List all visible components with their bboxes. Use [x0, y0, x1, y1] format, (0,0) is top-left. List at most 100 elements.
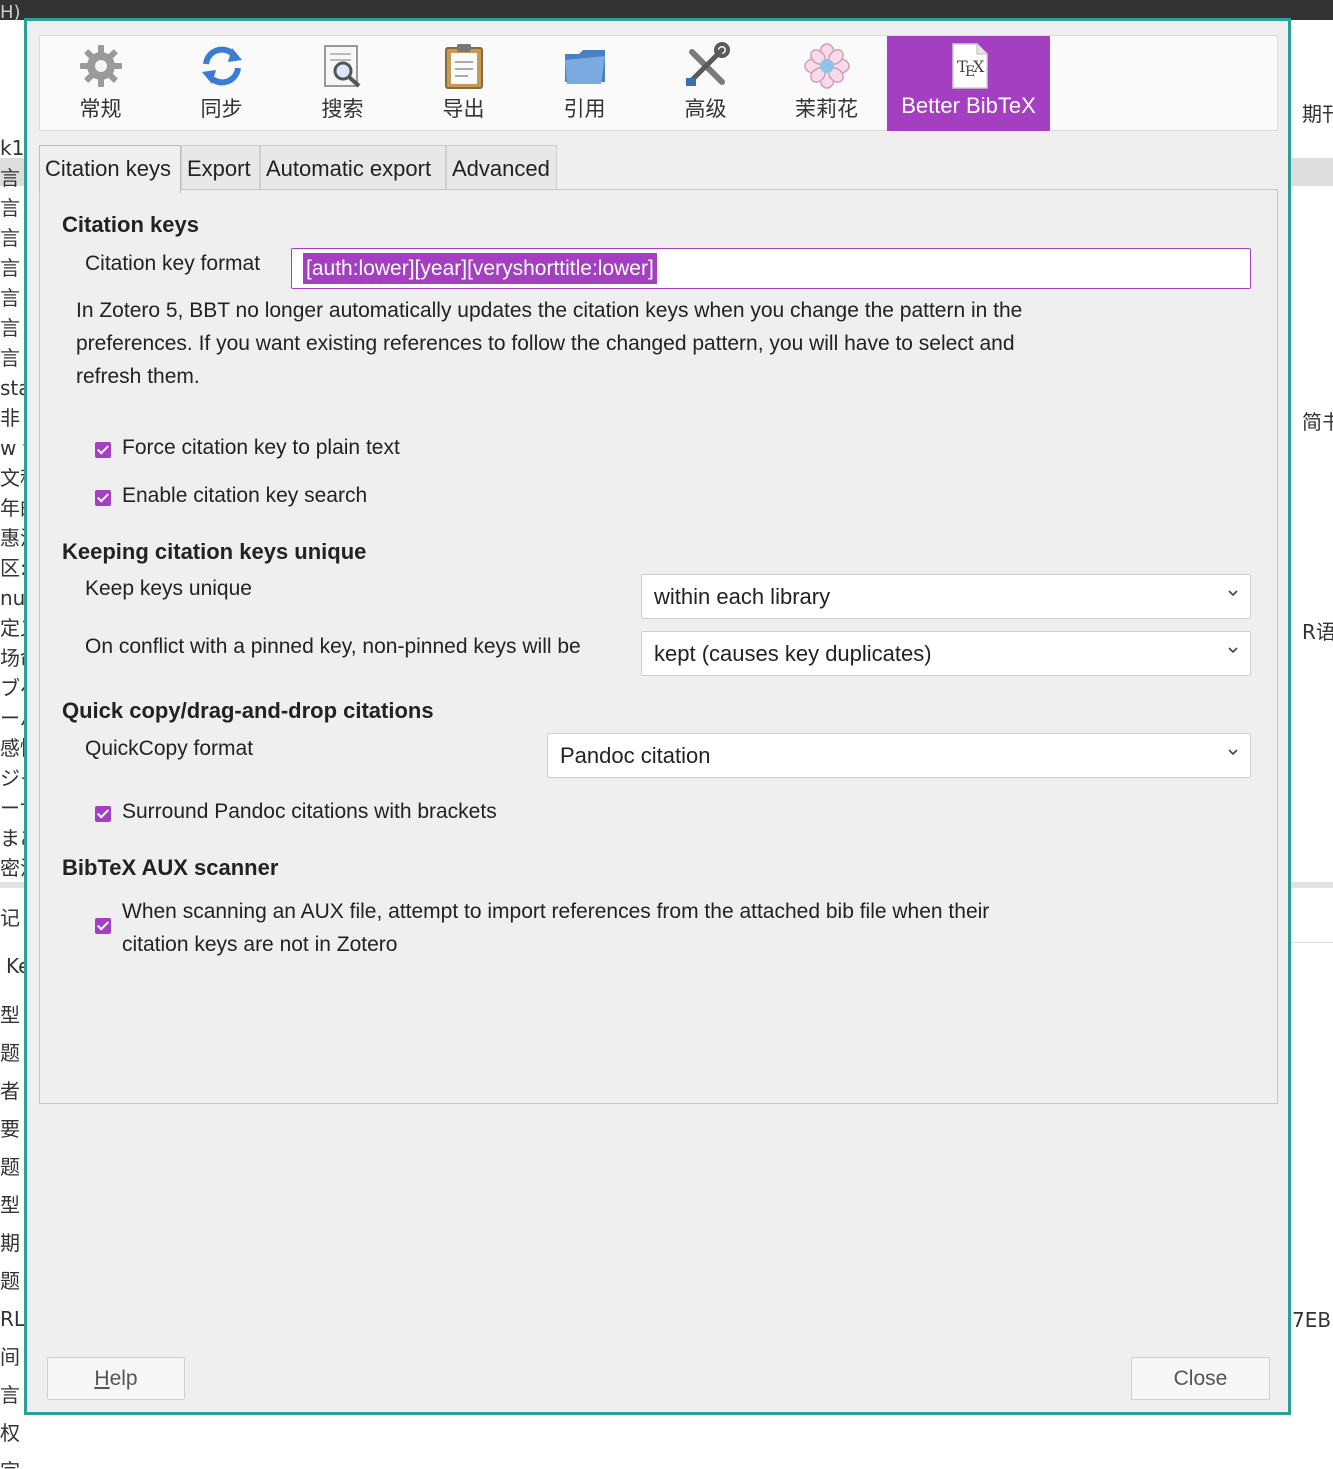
section-heading-citation-keys: Citation keys	[62, 212, 199, 237]
background-list-row: 言	[0, 1383, 20, 1407]
conflict-value: kept (causes key duplicates)	[654, 641, 932, 666]
background-list-row: 言	[0, 316, 20, 340]
chevron-down-icon	[1228, 749, 1238, 756]
background-cell: 7EB	[1292, 1308, 1332, 1332]
background-list-row: 权	[0, 1421, 20, 1445]
citation-key-info-text: In Zotero 5, BBT no longer automatically…	[76, 299, 1023, 388]
background-list-row: 型	[0, 1003, 20, 1027]
pane-splitter	[1290, 882, 1333, 888]
background-list-row: Ke	[6, 954, 24, 978]
pane-label: Better BibTeX	[901, 93, 1036, 118]
pane-export[interactable]: 导出	[403, 36, 524, 131]
background-list-row: 宗	[0, 1459, 20, 1469]
selected-row-highlight	[1290, 158, 1333, 186]
citation-key-format-value: [auth:lower][year][veryshorttitle:lower]	[303, 253, 657, 284]
preferences-dialog: 常规 同步 搜索 导出 引用 高级 茉莉花 T E X Better BibTe…	[24, 18, 1291, 1415]
svg-text:X: X	[973, 57, 985, 76]
tab-automatic-export[interactable]: Automatic export	[260, 145, 446, 191]
background-list-row: k1	[0, 136, 24, 160]
clipboard-icon	[444, 44, 483, 89]
background-list-row: 惠温	[0, 526, 24, 550]
pane-label: 同步	[200, 97, 243, 121]
aux-import-label[interactable]: When scanning an AUX file, attempt to im…	[122, 895, 1042, 961]
background-list-row: 感情	[0, 736, 24, 760]
pane-general[interactable]: 常规	[40, 36, 161, 131]
background-list-row: 题	[0, 1041, 20, 1065]
chevron-down-icon	[1228, 647, 1238, 654]
divider	[1290, 942, 1333, 943]
help-button[interactable]: Help	[47, 1357, 185, 1400]
enable-key-search-checkbox[interactable]	[95, 490, 111, 506]
sync-icon	[201, 46, 242, 86]
app-title-bar: H)	[0, 0, 1333, 23]
help-label-rest: elp	[109, 1367, 138, 1390]
background-list-row: 年的	[0, 496, 24, 520]
background-list-row: ーサ	[0, 796, 24, 820]
pandoc-brackets-checkbox[interactable]	[95, 806, 111, 822]
background-list-row: 言	[0, 166, 20, 190]
gear-icon	[79, 45, 122, 87]
keep-keys-unique-value: within each library	[654, 584, 831, 609]
background-cell: R语	[1302, 620, 1333, 644]
pane-label: 常规	[79, 97, 122, 121]
section-heading-unique: Keeping citation keys unique	[62, 539, 367, 564]
background-list-row: 型	[0, 1193, 20, 1217]
tab-advanced[interactable]: Advanced	[446, 145, 557, 191]
pane-sync[interactable]: 同步	[161, 36, 282, 131]
quickcopy-format-select[interactable]: Pandoc citation	[547, 733, 1251, 778]
background-list-row: 场命	[0, 646, 24, 670]
background-list-row: 要	[0, 1117, 20, 1141]
background-cell: 期刊	[1302, 102, 1333, 126]
pane-advanced[interactable]: 高级	[645, 36, 766, 131]
help-accesskey: H	[94, 1367, 110, 1390]
background-list-row: 文科	[0, 466, 24, 490]
pane-splitter	[0, 882, 24, 888]
background-list-row: sta	[0, 376, 24, 400]
pane-cite[interactable]: 引用	[524, 36, 645, 131]
pane-search[interactable]: 搜索	[282, 36, 403, 131]
background-item-list: k1言言言言言言言sta非w t文科年的惠温区:nue定义场命ブペーパ感情ジャー…	[0, 20, 24, 1469]
background-list-row: 定义	[0, 616, 24, 640]
background-list-row: 者	[0, 1079, 20, 1103]
tex-document-icon: T E X	[951, 43, 988, 89]
chevron-down-icon	[1228, 590, 1238, 597]
citation-key-format-input[interactable]: [auth:lower][year][veryshorttitle:lower]	[291, 248, 1251, 289]
pane-jasminum[interactable]: 茉莉花	[766, 36, 887, 131]
conflict-label: On conflict with a pinned key, non-pinne…	[85, 635, 581, 658]
conflict-select[interactable]: kept (causes key duplicates)	[641, 631, 1251, 676]
section-heading-quickcopy: Quick copy/drag-and-drop citations	[62, 698, 434, 723]
background-list-row: 记	[0, 906, 20, 930]
citation-key-format-label: Citation key format	[85, 252, 261, 275]
pane-better-bibtex[interactable]: T E X Better BibTeX	[887, 36, 1050, 131]
background-list-row: w t	[0, 436, 24, 460]
force-plain-text-checkbox[interactable]	[95, 442, 111, 458]
background-right-pane: 期刊 简书 R语 7EB	[1290, 20, 1333, 1469]
pane-label: 导出	[442, 97, 485, 121]
enable-key-search-label[interactable]: Enable citation key search	[122, 484, 367, 508]
background-list-row: 言	[0, 256, 20, 280]
section-heading-aux: BibTeX AUX scanner	[62, 855, 279, 880]
tools-icon	[685, 42, 730, 86]
tab-export[interactable]: Export	[181, 145, 260, 191]
pandoc-brackets-label[interactable]: Surround Pandoc citations with brackets	[122, 800, 497, 824]
keep-keys-unique-select[interactable]: within each library	[641, 574, 1251, 619]
pane-label: 茉莉花	[795, 97, 858, 121]
tab-citation-keys[interactable]: Citation keys	[39, 145, 181, 193]
background-list-row: 言	[0, 226, 20, 250]
aux-import-checkbox[interactable]	[95, 918, 111, 934]
close-button[interactable]: Close	[1131, 1357, 1270, 1400]
background-list-row: 题	[0, 1269, 20, 1293]
quickcopy-format-value: Pandoc citation	[560, 743, 711, 768]
search-document-icon	[323, 45, 360, 88]
background-list-row: ブペ	[0, 676, 24, 700]
force-plain-text-label[interactable]: Force citation key to plain text	[122, 436, 400, 460]
pane-label: 搜索	[321, 97, 364, 121]
background-list-row: 非	[0, 406, 20, 430]
pane-label: 高级	[684, 97, 727, 121]
background-list-row: 言	[0, 286, 20, 310]
quickcopy-format-label: QuickCopy format	[85, 737, 254, 760]
folder-icon	[564, 50, 605, 84]
background-list-row: 言	[0, 346, 20, 370]
background-list-row: ーパ	[0, 706, 24, 730]
keep-keys-unique-label: Keep keys unique	[85, 577, 252, 600]
